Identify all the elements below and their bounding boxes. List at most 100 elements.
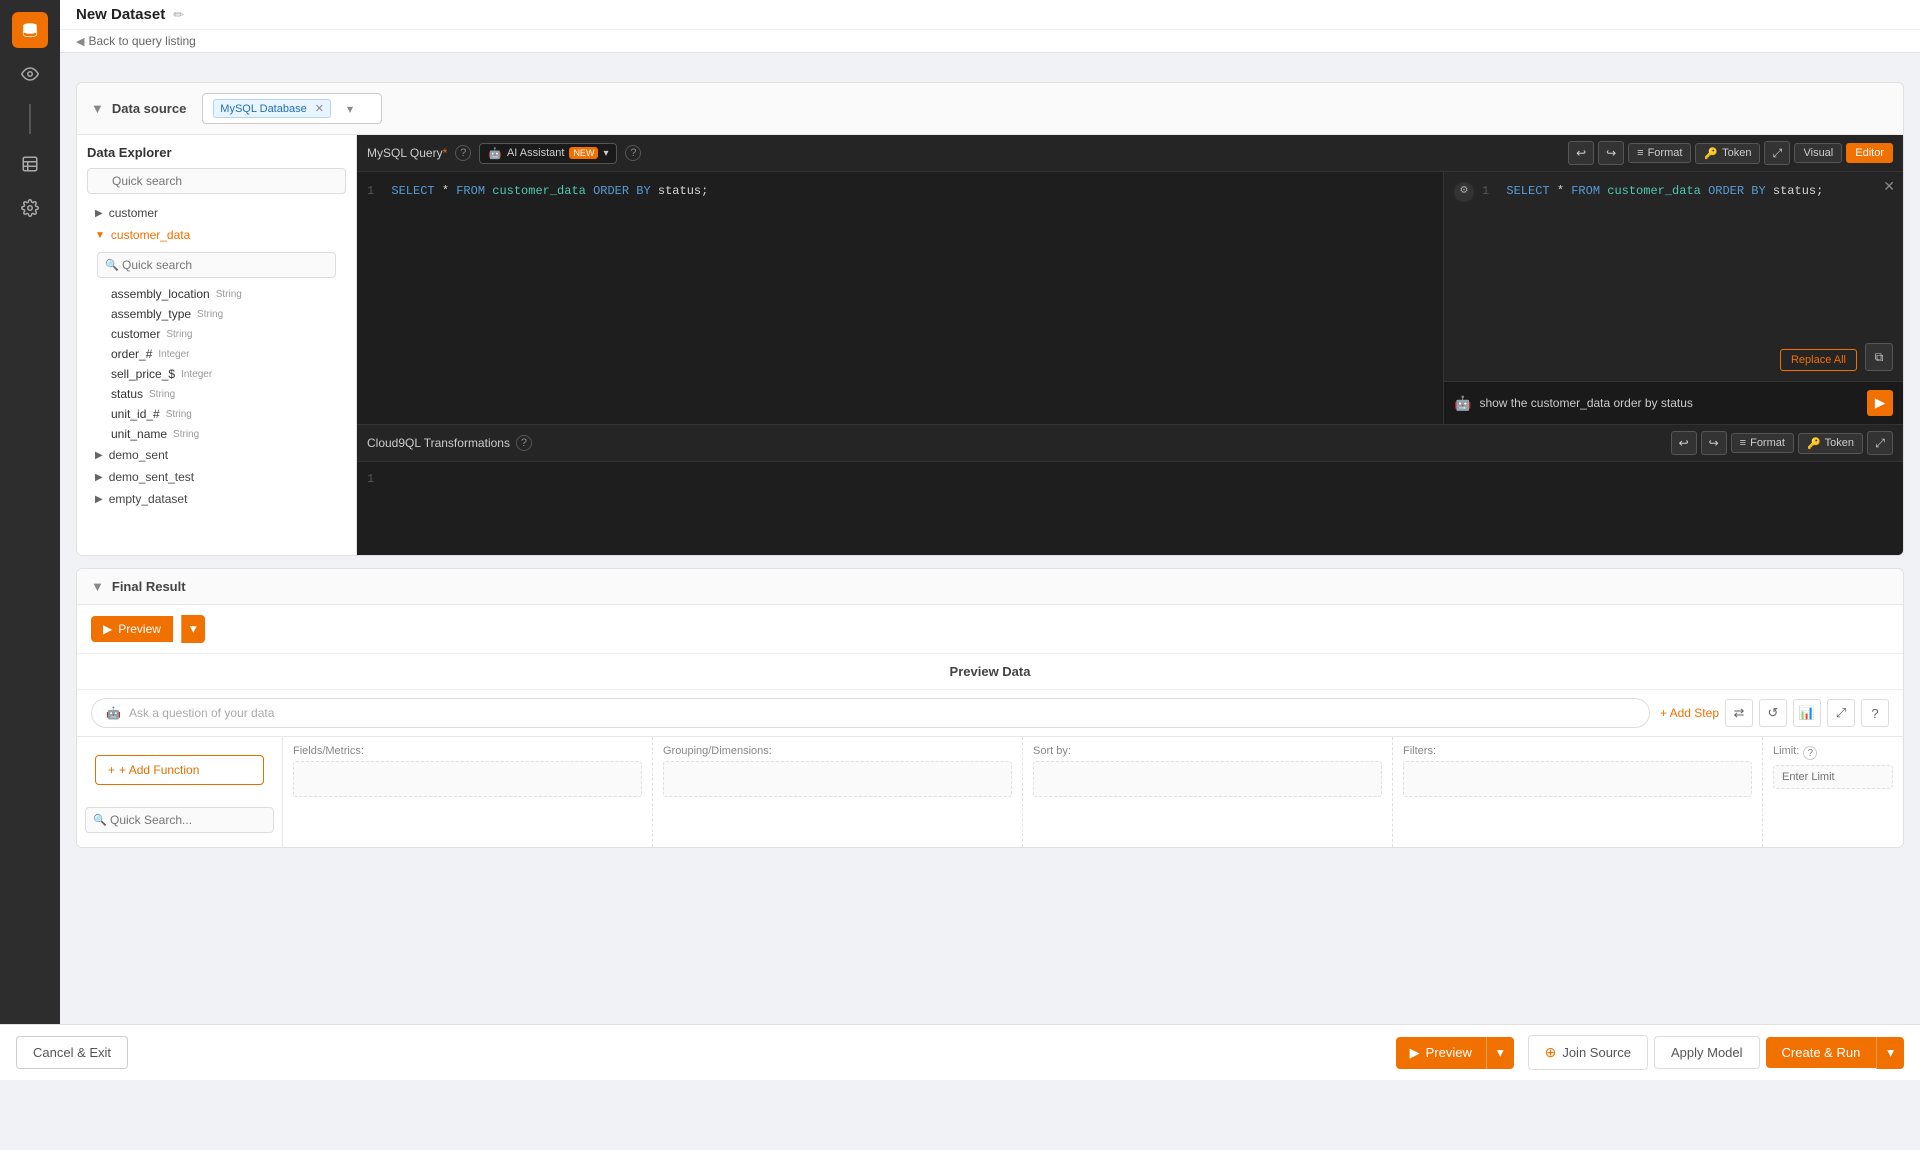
ai-chevron-icon: ▾ — [603, 148, 608, 159]
tree-arrow-customer: ▶ — [95, 208, 103, 219]
sidebar-icon-database[interactable] — [12, 12, 48, 48]
sort-dropzone[interactable] — [1033, 761, 1382, 797]
datasource-body: Data Explorer 🔍 ▶ customer ▼ customer_da… — [77, 135, 1903, 555]
query-token-btn[interactable]: 🔑 Token — [1695, 143, 1760, 164]
preview-data-title: Preview Data — [77, 654, 1903, 690]
mysql-help-icon[interactable]: ? — [455, 145, 471, 161]
function-search-icon: 🔍 — [93, 814, 107, 827]
cloud9ql-undo-btn[interactable]: ↩ — [1671, 431, 1697, 455]
ai-prompt-input[interactable] — [1479, 396, 1859, 410]
preview-play-icon: ▶ — [103, 622, 112, 636]
datasource-selector[interactable]: MySQL Database ✕ ▾ — [202, 93, 382, 124]
ai-generated-code: 1 SELECT * FROM customer_data ORDER BY s… — [1482, 182, 1823, 201]
step-expand-btn[interactable]: ⤢ — [1827, 699, 1855, 727]
field-sell-price[interactable]: sell_price_$Integer — [103, 364, 346, 384]
query-undo-btn[interactable]: ↩ — [1568, 141, 1594, 165]
create-run-btn[interactable]: Create & Run — [1766, 1037, 1877, 1068]
ai-question-bar[interactable]: 🤖 Ask a question of your data — [91, 698, 1650, 728]
field-status[interactable]: statusString — [103, 384, 346, 404]
tree-item-customer[interactable]: ▶ customer — [87, 202, 346, 224]
fields-metrics-dropzone[interactable] — [293, 761, 642, 797]
query-editor-btn[interactable]: Editor — [1846, 143, 1893, 163]
copy-btn[interactable]: ⧉ — [1865, 343, 1893, 371]
tree-item-customer-data[interactable]: ▼ customer_data — [87, 224, 346, 246]
replace-all-btn[interactable]: Replace All — [1780, 349, 1857, 371]
field-assembly-location[interactable]: assembly_locationString — [103, 284, 346, 304]
function-search-input[interactable] — [85, 807, 274, 833]
add-function-btn[interactable]: + + Add Function — [95, 755, 264, 785]
step-help-btn[interactable]: ? — [1861, 699, 1889, 727]
explorer-search-input[interactable] — [87, 168, 346, 194]
data-source-collapse-icon[interactable]: ▼ — [91, 101, 104, 116]
apply-model-btn[interactable]: Apply Model — [1654, 1036, 1760, 1069]
tree-label-demo-sent-test: demo_sent_test — [109, 470, 194, 484]
cloud9ql-format-btn[interactable]: ≡ Format — [1731, 433, 1794, 453]
sidebar-icon-settings[interactable] — [12, 190, 48, 226]
explorer-search-wrapper: 🔍 — [87, 168, 346, 194]
cloud9ql-section: Cloud9QL Transformations ? ↩ ↪ ≡ Format — [357, 425, 1903, 555]
cloud9ql-token-label: Token — [1825, 437, 1854, 449]
cancel-exit-btn[interactable]: Cancel & Exit — [16, 1036, 128, 1069]
tree-item-demo-sent[interactable]: ▶ demo_sent — [87, 444, 346, 466]
join-source-btn[interactable]: ⊕ Join Source — [1528, 1035, 1648, 1070]
field-assembly-type[interactable]: assembly_typeString — [103, 304, 346, 324]
add-step-btn[interactable]: + Add Step — [1660, 706, 1719, 720]
step-refresh-btn[interactable]: ↺ — [1759, 699, 1787, 727]
limit-help-icon[interactable]: ? — [1803, 746, 1817, 760]
edit-icon[interactable]: ✏ — [173, 7, 184, 23]
step-chart-btn[interactable]: 📊 — [1793, 699, 1821, 727]
query-expand-btn[interactable]: ⤢ — [1764, 141, 1790, 165]
mysql-code-editor[interactable]: 1 SELECT * FROM customer_data ORDER BY s… — [357, 172, 1443, 424]
query-visual-btn[interactable]: Visual — [1794, 143, 1842, 163]
query-redo-btn[interactable]: ↪ — [1598, 141, 1624, 165]
cloud9ql-redo-btn[interactable]: ↪ — [1701, 431, 1727, 455]
preview-btn[interactable]: ▶ Preview — [91, 616, 173, 642]
inner-search-input[interactable] — [97, 252, 336, 278]
visual-label: Visual — [1803, 147, 1833, 159]
cloud9ql-token-btn[interactable]: 🔑 Token — [1798, 433, 1863, 454]
ai-send-btn[interactable]: ▶ — [1867, 390, 1893, 416]
ai-question-icon: 🤖 — [106, 706, 121, 720]
back-link[interactable]: Back to query listing — [88, 34, 195, 48]
datasource-tag-close[interactable]: ✕ — [315, 102, 324, 115]
query-format-btn[interactable]: ≡ Format — [1628, 143, 1691, 163]
tree-item-empty-dataset[interactable]: ▶ empty_dataset — [87, 488, 346, 510]
tree-label-customer: customer — [109, 206, 158, 220]
sort-by-col: Sort by: — [1023, 737, 1393, 847]
query-editor-split: 1 SELECT * FROM customer_data ORDER BY s… — [357, 172, 1903, 424]
sort-by-header: Sort by: — [1033, 745, 1382, 757]
grouping-dropzone[interactable] — [663, 761, 1012, 797]
data-source-section: ▼ Data source MySQL Database ✕ ▾ Data Ex… — [76, 82, 1904, 556]
limit-header: Limit: — [1773, 745, 1799, 757]
bottom-preview-btn[interactable]: ▶ Preview — [1396, 1037, 1486, 1069]
preview-dropdown-btn[interactable]: ▾ — [181, 615, 205, 643]
ai-robot-icon: 🤖 — [488, 147, 502, 160]
filters-col: Filters: — [1393, 737, 1763, 847]
inner-search-icon: 🔍 — [105, 259, 119, 272]
mysql-query-header: MySQL Query* ? 🤖 AI Assistant NEW ▾ ? — [357, 135, 1903, 172]
cloud9ql-help-icon[interactable]: ? — [516, 435, 532, 451]
tree-item-demo-sent-test[interactable]: ▶ demo_sent_test — [87, 466, 346, 488]
datasource-chevron-icon: ▾ — [347, 102, 353, 116]
bottom-preview-label: Preview — [1426, 1045, 1472, 1060]
field-unit-id[interactable]: unit_id_#String — [103, 404, 346, 424]
create-run-dropdown-btn[interactable]: ▾ — [1876, 1037, 1904, 1069]
filters-dropzone[interactable] — [1403, 761, 1752, 797]
step-swap-btn[interactable]: ⇄ — [1725, 699, 1753, 727]
ai-assistant-button[interactable]: 🤖 AI Assistant NEW ▾ — [479, 143, 617, 164]
field-order-num[interactable]: order_#Integer — [103, 344, 346, 364]
field-customer[interactable]: customerString — [103, 324, 346, 344]
field-unit-name[interactable]: unit_nameString — [103, 424, 346, 444]
limit-input[interactable] — [1773, 765, 1893, 789]
ai-panel-close-btn[interactable]: ✕ — [1883, 178, 1895, 195]
ai-help-icon[interactable]: ? — [625, 145, 641, 161]
data-explorer-panel: Data Explorer 🔍 ▶ customer ▼ customer_da… — [77, 135, 357, 555]
sidebar-icon-table[interactable] — [12, 146, 48, 182]
cloud9ql-editor[interactable]: 1 — [357, 462, 1903, 555]
cloud9ql-expand-btn[interactable]: ⤢ — [1867, 431, 1893, 455]
bottom-preview-dropdown-btn[interactable]: ▾ — [1486, 1037, 1514, 1069]
ai-prompt-area: 🤖 ▶ — [1444, 381, 1903, 424]
tree-label-empty-dataset: empty_dataset — [109, 492, 188, 506]
sidebar-icon-eye[interactable] — [12, 56, 48, 92]
final-result-collapse-icon[interactable]: ▼ — [91, 579, 104, 594]
